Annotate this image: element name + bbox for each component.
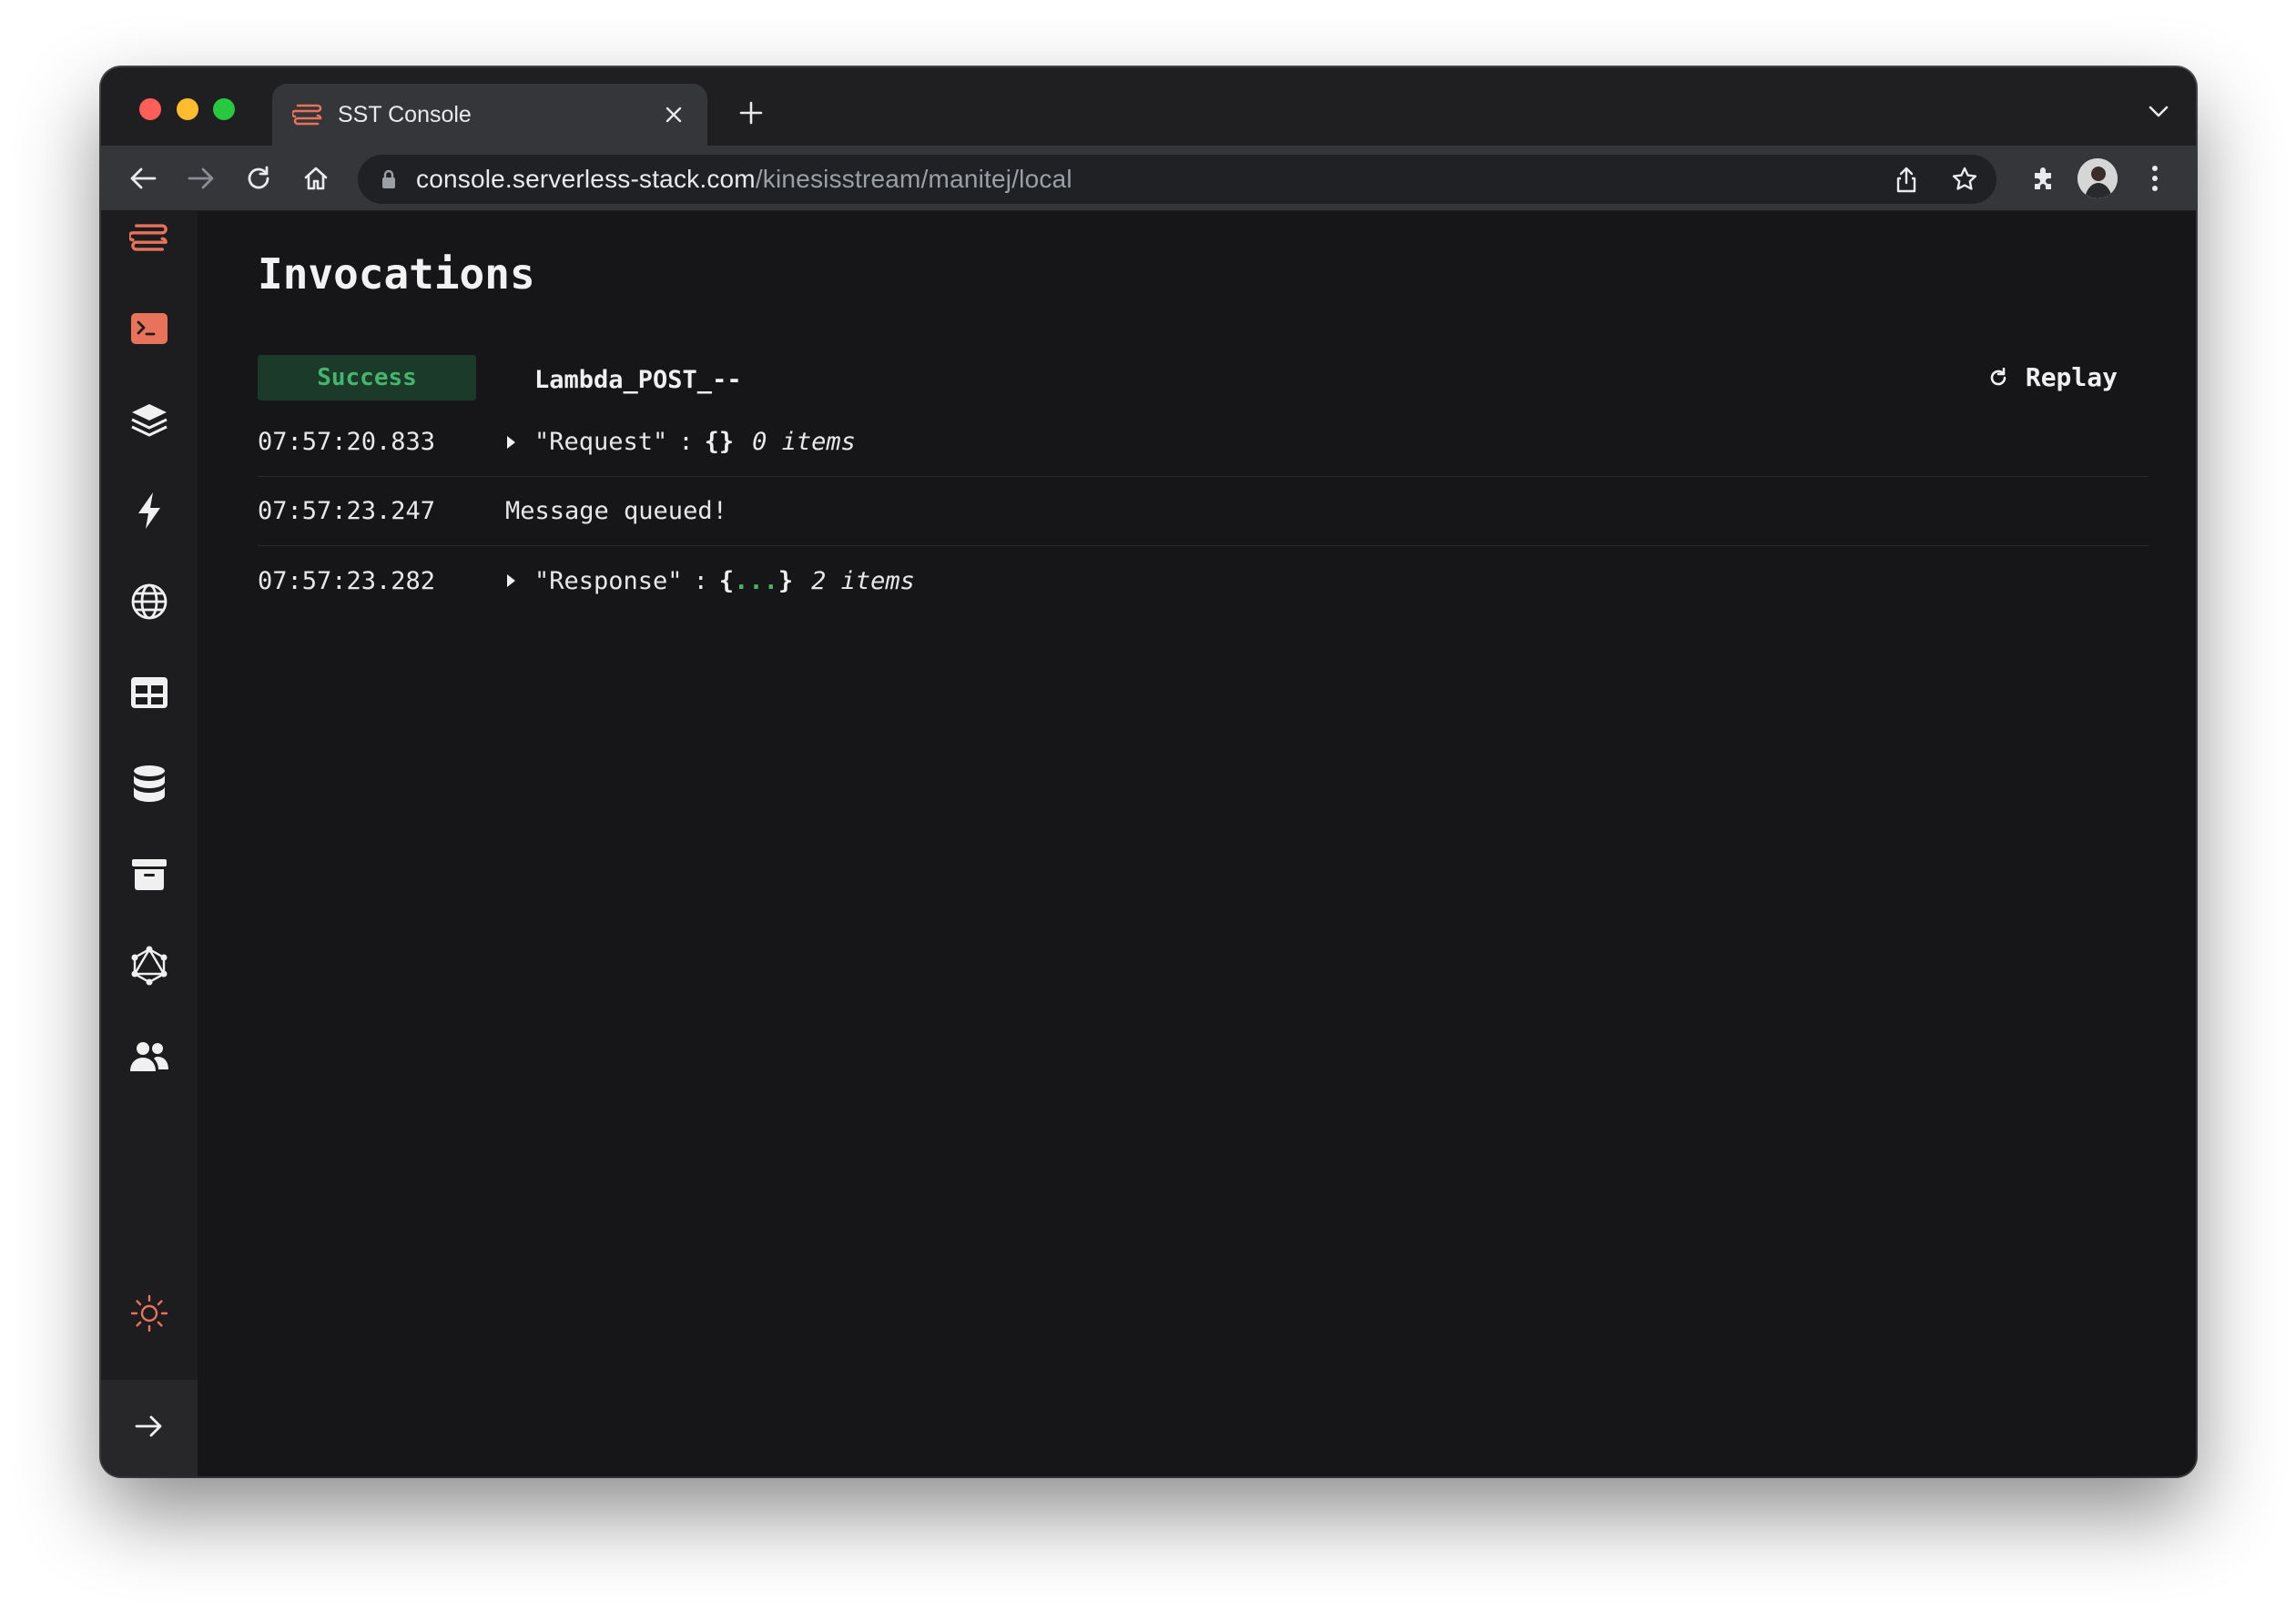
json-key: "Response" xyxy=(534,566,683,595)
function-name: Lambda_POST_-- xyxy=(534,366,742,394)
log-message: Message queued! xyxy=(505,497,727,525)
log-timestamp: 07:57:23.282 xyxy=(258,566,436,595)
log-row: 07:57:20.833 "Request" : {} 0 items xyxy=(258,408,2149,477)
graphql-icon[interactable] xyxy=(123,939,176,992)
url-text[interactable]: console.serverless-stack.com/kinesisstre… xyxy=(416,165,1072,194)
log-json-tree[interactable]: "Request" : {} 0 items xyxy=(505,428,856,456)
log-row: 07:57:23.247 Message queued! xyxy=(258,477,2149,546)
expand-caret-icon[interactable] xyxy=(505,572,522,590)
back-arrow-icon[interactable] xyxy=(125,160,161,197)
zoom-window-button[interactable] xyxy=(213,98,235,120)
home-icon[interactable] xyxy=(298,160,334,197)
sst-favicon-icon xyxy=(292,101,323,128)
minimize-window-button[interactable] xyxy=(177,98,198,120)
tab-title: SST Console xyxy=(338,101,472,127)
status-badge: Success xyxy=(258,355,476,400)
log-timestamp: 07:57:20.833 xyxy=(258,428,436,456)
browser-window: SST Console console.serverless-stack.com… xyxy=(101,67,2196,1476)
chevron-down-icon[interactable] xyxy=(2145,98,2172,126)
api-globe-icon[interactable] xyxy=(123,575,176,628)
rds-database-icon[interactable] xyxy=(123,757,176,810)
forward-arrow-icon[interactable] xyxy=(183,160,219,197)
buckets-archive-icon[interactable] xyxy=(123,848,176,901)
reload-icon[interactable] xyxy=(240,160,277,197)
json-item-count: 2 items xyxy=(811,566,915,595)
dynamodb-table-icon[interactable] xyxy=(123,666,176,719)
expand-sidebar-button[interactable] xyxy=(101,1380,198,1476)
extensions-puzzle-icon[interactable] xyxy=(2026,160,2062,197)
browser-tab[interactable]: SST Console xyxy=(272,84,707,146)
theme-sun-icon[interactable] xyxy=(123,1287,176,1340)
more-vertical-icon[interactable] xyxy=(2137,160,2173,197)
profile-avatar[interactable] xyxy=(2078,158,2118,198)
json-item-count: 0 items xyxy=(752,428,856,456)
share-icon[interactable] xyxy=(1891,164,1922,195)
stacks-icon[interactable] xyxy=(123,393,176,446)
json-ellipsis[interactable]: ... xyxy=(734,567,778,595)
json-colon: : xyxy=(693,566,708,595)
json-brace-open: { xyxy=(718,566,735,595)
main-content: Invocations Success Lambda_POST_-- Repla… xyxy=(198,211,2196,1476)
page-title: Invocations xyxy=(258,249,535,299)
functions-icon[interactable] xyxy=(123,484,176,537)
log-timestamp: 07:57:23.247 xyxy=(258,497,436,525)
url-path: /kinesisstream/manitej/local xyxy=(755,165,1072,193)
address-bar[interactable]: console.serverless-stack.com/kinesisstre… xyxy=(358,155,1996,204)
close-window-button[interactable] xyxy=(139,98,161,120)
json-value: {} xyxy=(704,428,735,456)
cognito-users-icon[interactable] xyxy=(123,1030,176,1083)
json-colon: : xyxy=(678,428,694,456)
replay-button[interactable]: Replay xyxy=(1986,362,2118,392)
log-row: 07:57:23.282 "Response" : { ... } 2 item… xyxy=(258,546,2149,615)
json-key: "Request" xyxy=(534,428,668,456)
arrow-right-icon xyxy=(135,1414,164,1443)
lock-icon[interactable] xyxy=(378,167,400,191)
tab-strip: SST Console xyxy=(101,67,2196,146)
terminal-icon[interactable] xyxy=(123,302,176,355)
sst-logo-icon[interactable] xyxy=(123,211,176,264)
url-host: console.serverless-stack.com xyxy=(416,165,756,193)
close-tab-icon[interactable] xyxy=(660,101,687,128)
expand-caret-icon[interactable] xyxy=(505,433,522,451)
json-brace-close: } xyxy=(777,566,794,595)
browser-toolbar: console.serverless-stack.com/kinesisstre… xyxy=(101,146,2196,211)
log-json-tree[interactable]: "Response" : { ... } 2 items xyxy=(505,567,915,595)
replay-label: Replay xyxy=(2025,362,2118,392)
replay-icon xyxy=(1986,365,2011,390)
sidebar xyxy=(101,211,198,1476)
new-tab-icon[interactable] xyxy=(733,95,769,131)
bookmark-star-icon[interactable] xyxy=(1949,164,1980,195)
